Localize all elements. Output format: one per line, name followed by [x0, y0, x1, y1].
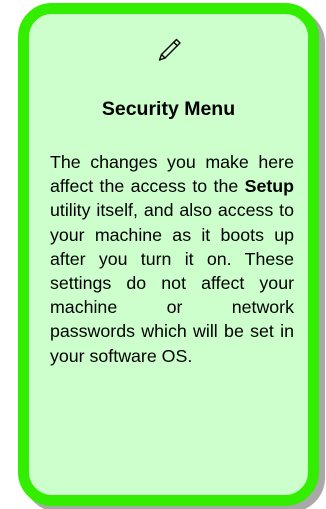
note-body: The changes you make here affect the acc… [50, 150, 294, 368]
note-card: Security Menu The changes you make here … [18, 3, 319, 506]
note-title: Security Menu [101, 98, 236, 120]
note-body-text-end: utility itself, and also access to your … [50, 200, 294, 366]
pen-icon [158, 38, 181, 61]
setup-keyword: Setup [244, 176, 294, 197]
